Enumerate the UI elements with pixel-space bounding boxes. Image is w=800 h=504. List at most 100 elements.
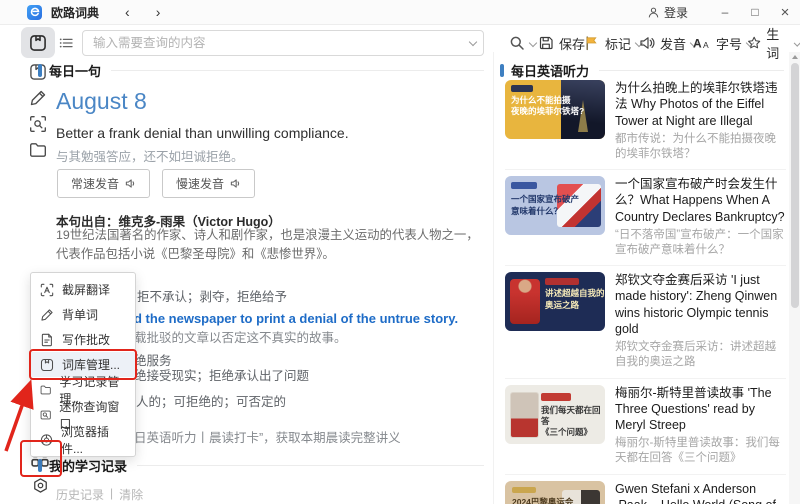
pronounce-button[interactable]: 发音	[639, 32, 699, 54]
normal-speed-button[interactable]: 常速发音	[57, 169, 151, 198]
section-title: 我的学习记录	[49, 459, 128, 474]
history-link[interactable]: 历史记录	[56, 486, 104, 503]
chevron-down-icon	[793, 38, 800, 48]
promo-line: 日英语听力丨晨读打卡”，获取本期晨读完整讲义	[134, 431, 401, 445]
reader-photo	[510, 391, 539, 438]
save-label: 保存	[559, 36, 586, 52]
clear-link[interactable]: 清除	[119, 486, 143, 503]
thumb-badge	[511, 85, 533, 92]
daily-sentence-translation: 与其勉强答应，还不如坦诚拒绝。	[56, 150, 244, 164]
listening-title: 郑钦文夺金赛后采访 'I just made history': Zheng Q…	[615, 273, 778, 336]
section-divider	[599, 70, 784, 71]
listening-item[interactable]: 我们每天都在回答 《三个问题》 梅丽尔-斯特里普读故事 'The Three Q…	[505, 379, 786, 475]
writing-correct-icon	[41, 333, 52, 346]
scrollbar-thumb[interactable]	[790, 63, 799, 308]
example-translation: 载批驳的文章以否定这不真实的故事。	[134, 331, 347, 345]
thumb-badge	[511, 182, 537, 190]
listening-subtitle: 都市传说：为什么不能拍摄夜晚的埃菲尔铁塔？	[615, 132, 776, 160]
section-title: 每日一句	[49, 64, 102, 79]
speaker-icon	[640, 37, 655, 49]
speaker-icon	[125, 179, 135, 188]
sentence-source-desc: 19世纪法国著名的作家、诗人和剧作家，也是浪漫主义运动的代表人物之一，代表作品包…	[56, 228, 479, 262]
browser-plugin-icon	[40, 433, 53, 446]
forward-button[interactable]: ›	[156, 5, 161, 19]
listening-title: 为什么拍晚上的埃菲尔铁塔违法 Why Photos of the Eiffel …	[615, 81, 778, 128]
listening-thumbnail: 讲述超越自我的 奥运之路	[505, 272, 605, 332]
sidebar-item-study[interactable]	[29, 89, 47, 107]
listening-item[interactable]: 一个国家宣布破产 意味着什么？ 一个国家宣布破产时会发生什么？What Happ…	[505, 170, 786, 267]
svg-text:A: A	[703, 40, 709, 50]
save-button[interactable]: 保存	[538, 32, 585, 54]
example-sentence: d the newspaper to print a denial of the…	[134, 311, 459, 326]
thumb-badge	[512, 486, 536, 493]
scan-lookup-icon	[30, 116, 46, 132]
thumb-text: 讲述超越自我的 奥运之路	[545, 288, 605, 310]
mini-window-icon	[40, 410, 51, 419]
listening-title: Gwen Stefani x Anderson .Paak – Hello Wo…	[615, 481, 776, 504]
menu-item-screenshot-translate[interactable]: 截屏翻译	[31, 277, 135, 302]
wordbank-icon	[40, 358, 54, 371]
search-input[interactable]	[82, 30, 484, 56]
new-word-label: 生词	[766, 27, 780, 61]
listening-item[interactable]: 2024巴黎奥运会 官方单曲 Gwen Stefani x Anderson .…	[505, 475, 786, 504]
star-icon	[748, 36, 761, 49]
scrollbar-up-arrow[interactable]	[791, 55, 798, 59]
thumb-text: 一个国家宣布破产 意味着什么？	[511, 194, 580, 216]
settings-button[interactable]	[32, 477, 49, 494]
listening-title: 梅丽尔-斯特里普读故事 'The Three Questions' read b…	[615, 385, 772, 433]
chevron-down-icon	[528, 38, 538, 48]
menu-item-browser-plugin[interactable]: 浏览器插件...	[31, 425, 135, 456]
listening-item[interactable]: 讲述超越自我的 奥运之路 郑钦文夺金赛后采访 'I just made hist…	[505, 266, 786, 379]
definition-line: 绝接受现实；拒绝承认出了问题	[134, 369, 310, 383]
section-accent-bar	[38, 459, 42, 472]
flag-icon	[586, 36, 597, 51]
gear-icon	[34, 478, 47, 493]
screenshot-translate-icon	[40, 283, 54, 296]
dictionary-card-icon	[30, 34, 46, 51]
section-divider	[111, 70, 484, 71]
thumb-text: 2024巴黎奥运会 官方单曲	[512, 496, 574, 504]
listening-subtitle: 梅丽尔-斯特里普读故事：我们每天都在回答《三个问题》	[615, 437, 780, 465]
svg-text:A: A	[693, 37, 702, 51]
listening-thumbnail: 2024巴黎奥运会 官方单曲	[505, 480, 605, 504]
menu-item-writing-correct[interactable]: 写作批改	[31, 327, 135, 352]
app-title: 欧路词典	[51, 5, 100, 20]
back-button[interactable]: ‹	[125, 5, 130, 19]
listening-list: 为什么不能拍摄 夜晚的埃菲尔铁塔? 为什么拍晚上的埃菲尔铁塔违法 Why Pho…	[505, 74, 786, 504]
wordlist-icon[interactable]	[58, 35, 74, 51]
definition-line: 拒不承认；剥夺，拒绝给予	[137, 290, 288, 304]
font-size-button[interactable]: AA 字号	[693, 32, 755, 54]
close-button[interactable]: ×	[770, 4, 800, 21]
daily-sentence-header: 每日一句	[38, 61, 484, 80]
sidebar-item-capture[interactable]	[29, 115, 47, 133]
pencil-icon	[30, 90, 46, 106]
app-window: 欧路词典 ‹ › 登录 – □ × 输入需要查询的内容 保存 标记 发音 A A…	[0, 0, 800, 504]
menu-item-memorize-words[interactable]: 背单词	[31, 302, 135, 327]
thumb-text: 为什么不能拍摄 夜晚的埃菲尔铁塔?	[511, 95, 585, 117]
separator: |	[110, 486, 114, 500]
mark-button[interactable]: 标记	[584, 32, 644, 54]
thumb-badge	[545, 278, 579, 286]
study-records-folder-icon	[40, 385, 51, 394]
study-record-header: 我的学习记录	[38, 456, 484, 475]
folder-icon	[30, 143, 46, 157]
font-size-icon: AA	[693, 37, 709, 51]
minimize-button[interactable]: –	[710, 5, 740, 19]
maximize-button[interactable]: □	[740, 5, 770, 19]
title-bar: 欧路词典 ‹ › 登录 – □ ×	[0, 0, 800, 25]
search-icon	[510, 36, 524, 50]
app-logo-icon	[27, 4, 42, 20]
dict-search-button[interactable]	[509, 32, 538, 54]
login-button[interactable]: 登录	[647, 4, 688, 21]
slow-speed-button[interactable]: 慢速发音	[162, 169, 256, 198]
new-word-button[interactable]: 生词	[747, 27, 800, 61]
listening-item[interactable]: 为什么不能拍摄 夜晚的埃菲尔铁塔? 为什么拍晚上的埃菲尔铁塔违法 Why Pho…	[505, 74, 786, 171]
pronounce-label: 发音	[660, 36, 687, 52]
definition-line: 人的；可拒绝的；可否定的	[136, 395, 287, 409]
daily-date: August 8	[56, 88, 147, 114]
listening-thumbnail: 一个国家宣布破产 意味着什么？	[505, 176, 605, 236]
panel-divider	[493, 52, 494, 504]
sidebar-item-files[interactable]	[29, 141, 47, 159]
memorize-icon	[41, 308, 53, 321]
sidebar-item-dictionary[interactable]	[21, 27, 55, 58]
